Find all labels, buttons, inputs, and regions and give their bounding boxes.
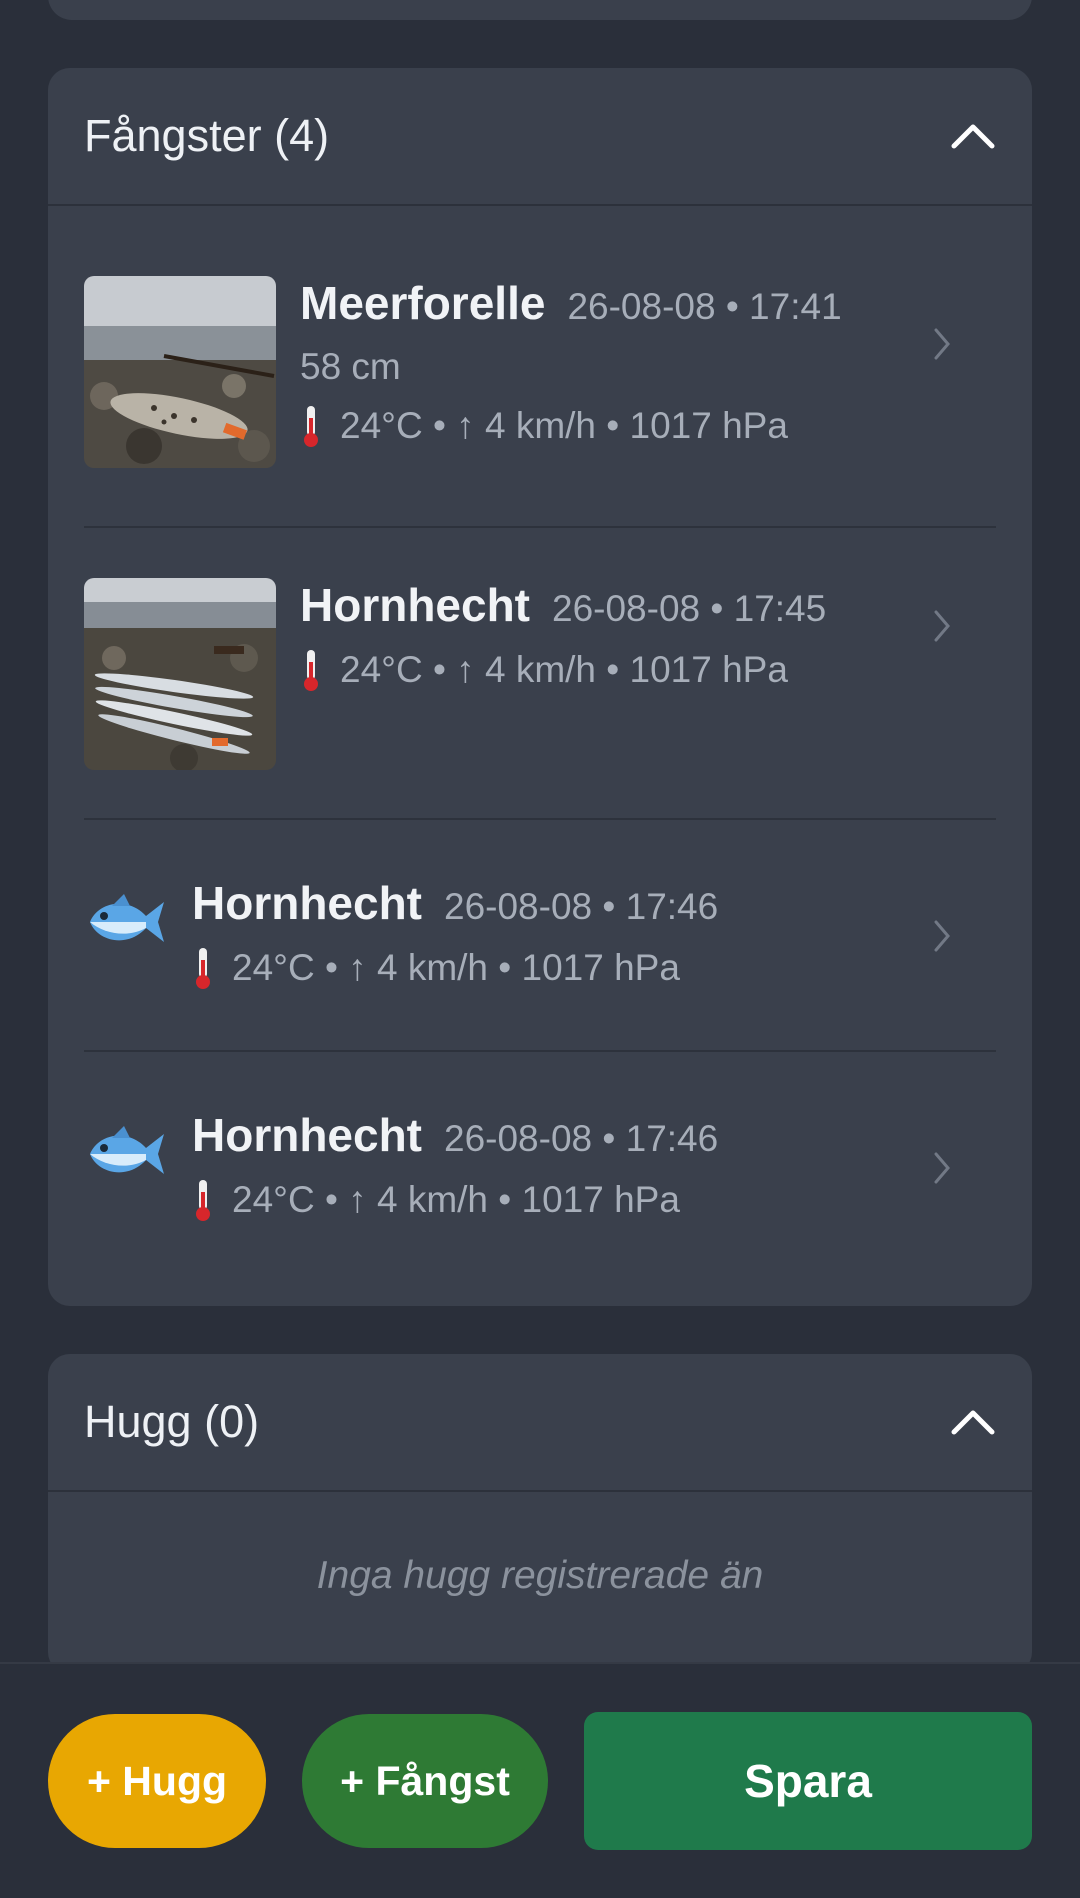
catch-species: Hornhecht (192, 877, 422, 929)
catch-row[interactable]: Hornhecht 26-08-08 • 17:46 24°C • ↑ 4 km… (84, 820, 996, 1052)
catch-photo (84, 276, 276, 468)
fish-icon (90, 894, 164, 942)
bites-title: Hugg (0) (84, 1396, 260, 1447)
chevron-up-icon[interactable] (950, 1399, 996, 1445)
chevron-right-icon[interactable] (930, 918, 956, 954)
add-bite-button[interactable]: + Hugg (48, 1714, 266, 1848)
catch-photo (84, 578, 276, 770)
catch-datetime: 26-08-08 • 17:46 (444, 886, 719, 927)
catches-title: Fångster (4) (84, 110, 330, 161)
thermometer-icon (304, 650, 318, 691)
catch-length: 58 cm (300, 346, 401, 387)
catch-weather: 24°C • ↑ 4 km/h • 1017 hPa (300, 648, 996, 692)
catch-row[interactable]: Hornhecht 26-08-08 • 17:45 24°C • ↑ 4 km… (84, 528, 996, 820)
chevron-right-icon[interactable] (930, 608, 956, 644)
previous-card-bottom (48, 0, 1032, 20)
chevron-right-icon[interactable] (930, 1150, 956, 1186)
bites-empty-text: Inga hugg registrerade än (316, 1554, 764, 1597)
thermometer-icon (304, 406, 318, 447)
catch-weather: 24°C • ↑ 4 km/h • 1017 hPa (192, 1178, 996, 1222)
catches-list: Meerforelle 26-08-08 • 17:41 58 cm 24°C … (48, 206, 1032, 1284)
catch-species: Hornhecht (300, 579, 530, 631)
thermometer-icon (196, 1180, 210, 1221)
chevron-up-icon[interactable] (950, 113, 996, 159)
catches-header[interactable]: Fångster (4) (48, 68, 1032, 206)
thermometer-icon (196, 948, 210, 989)
bites-header[interactable]: Hugg (0) (48, 1354, 1032, 1492)
catch-weather-text: 24°C • ↑ 4 km/h • 1017 hPa (340, 649, 788, 690)
save-button[interactable]: Spara (584, 1712, 1032, 1850)
catches-card: Fångster (4) Meerforelle 26-08-08 • 17:4… (48, 68, 1032, 1306)
catch-datetime: 26-08-08 • 17:45 (552, 588, 827, 629)
catch-datetime: 26-08-08 • 17:41 (567, 286, 842, 327)
catch-weather: 24°C • ↑ 4 km/h • 1017 hPa (192, 946, 996, 990)
catch-weather-text: 24°C • ↑ 4 km/h • 1017 hPa (232, 1179, 680, 1220)
bites-card: Hugg (0) Inga hugg registrerade än (48, 1354, 1032, 1674)
catch-species: Hornhecht (192, 1109, 422, 1161)
catch-weather: 24°C • ↑ 4 km/h • 1017 hPa (300, 404, 996, 448)
catch-weather-text: 24°C • ↑ 4 km/h • 1017 hPa (232, 947, 680, 988)
bottom-action-bar: + Hugg + Fångst Spara (0, 1662, 1080, 1898)
catch-weather-text: 24°C • ↑ 4 km/h • 1017 hPa (340, 405, 788, 446)
catch-row[interactable]: Hornhecht 26-08-08 • 17:46 24°C • ↑ 4 km… (84, 1052, 996, 1284)
catch-datetime: 26-08-08 • 17:46 (444, 1118, 719, 1159)
add-catch-button[interactable]: + Fångst (302, 1714, 548, 1848)
chevron-right-icon[interactable] (930, 326, 956, 362)
catch-row[interactable]: Meerforelle 26-08-08 • 17:41 58 cm 24°C … (84, 206, 996, 528)
fish-icon (90, 1126, 164, 1174)
catch-species: Meerforelle (300, 277, 546, 329)
